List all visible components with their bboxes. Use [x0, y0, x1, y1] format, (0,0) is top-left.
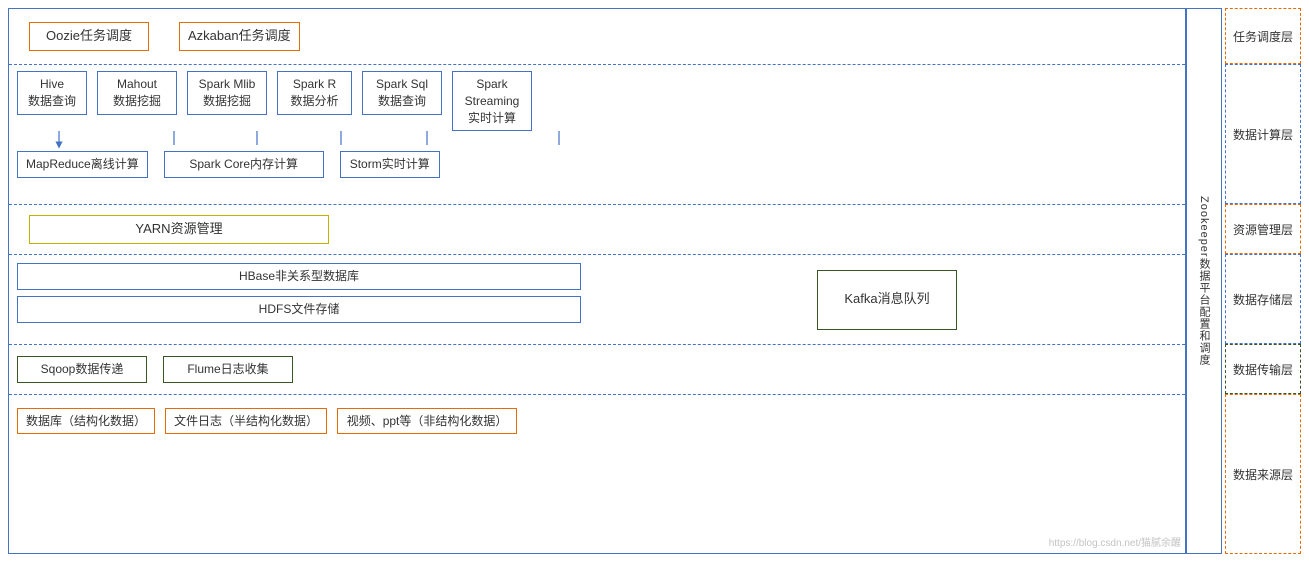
source-row: 数据库（结构化数据） 文件日志（半结构化数据） 视频、ppt等（非结构化数据）: [9, 395, 1185, 447]
layer-labels: 任务调度层 数据计算层 资源管理层 数据存储层 数据传输层 数据来源层: [1225, 8, 1301, 554]
spark-r-box: Spark R 数据分析: [277, 71, 352, 115]
yarn-box: YARN资源管理: [29, 215, 329, 243]
flume-box: Flume日志收集: [163, 356, 293, 383]
storm-box: Storm实时计算: [340, 151, 440, 178]
storage-row: HBase非关系型数据库 HDFS文件存储 Kafka消息队列: [9, 255, 1185, 345]
spark-streaming-box: Spark Streaming 实时计算: [452, 71, 532, 131]
mapreduce-box: MapReduce离线计算: [17, 151, 148, 178]
scheduling-label: 任务调度层: [1225, 8, 1301, 64]
storage-label: 数据存储层: [1225, 254, 1301, 344]
arrows-svg: [9, 131, 1185, 149]
compute-top-tools: Hive 数据查询 Mahout 数据挖掘 Spark Mlib 数据挖掘 Sp…: [9, 65, 1185, 131]
hbase-box: HBase非关系型数据库: [17, 263, 581, 290]
transfer-label: 数据传输层: [1225, 344, 1301, 394]
main-container: Oozie任务调度 Azkaban任务调度 Hive 数据查询 Mahout 数…: [0, 0, 1309, 562]
mahout-box: Mahout 数据挖掘: [97, 71, 177, 115]
zookeeper-column: Zookeeper数据平台配置和调度: [1186, 8, 1222, 554]
semi-structured-box: 文件日志（半结构化数据）: [165, 408, 327, 435]
hive-box: Hive 数据查询: [17, 71, 87, 115]
structured-box: 数据库（结构化数据）: [17, 408, 155, 435]
transfer-row: Sqoop数据传递 Flume日志收集: [9, 345, 1185, 395]
unstructured-box: 视频、ppt等（非结构化数据）: [337, 408, 517, 435]
hdfs-box: HDFS文件存储: [17, 296, 581, 323]
storage-left: HBase非关系型数据库 HDFS文件存储: [9, 255, 589, 344]
azkaban-box: Azkaban任务调度: [179, 22, 300, 50]
compute-label: 数据计算层: [1225, 64, 1301, 204]
resource-label: 资源管理层: [1225, 204, 1301, 254]
source-label: 数据来源层: [1225, 394, 1301, 554]
arrows-row: [9, 131, 1185, 149]
watermark: https://blog.csdn.net/猫腻余醒: [1049, 534, 1181, 549]
scheduling-row: Oozie任务调度 Azkaban任务调度: [9, 9, 1185, 65]
compute-engines: MapReduce离线计算 Spark Core内存计算 Storm实时计算: [9, 149, 1185, 184]
spark-mlib-box: Spark Mlib 数据挖掘: [187, 71, 267, 115]
full-layout: Oozie任务调度 Azkaban任务调度 Hive 数据查询 Mahout 数…: [8, 8, 1301, 554]
spark-sql-box: Spark Sql 数据查询: [362, 71, 442, 115]
resource-row: YARN资源管理: [9, 205, 1185, 255]
compute-row: Hive 数据查询 Mahout 数据挖掘 Spark Mlib 数据挖掘 Sp…: [9, 65, 1185, 205]
diagram-area: Oozie任务调度 Azkaban任务调度 Hive 数据查询 Mahout 数…: [8, 8, 1186, 554]
sqoop-box: Sqoop数据传递: [17, 356, 147, 383]
spark-core-box: Spark Core内存计算: [164, 151, 324, 178]
oozie-box: Oozie任务调度: [29, 22, 149, 50]
kafka-box: Kafka消息队列: [817, 270, 957, 330]
storage-right: Kafka消息队列: [589, 255, 1185, 344]
